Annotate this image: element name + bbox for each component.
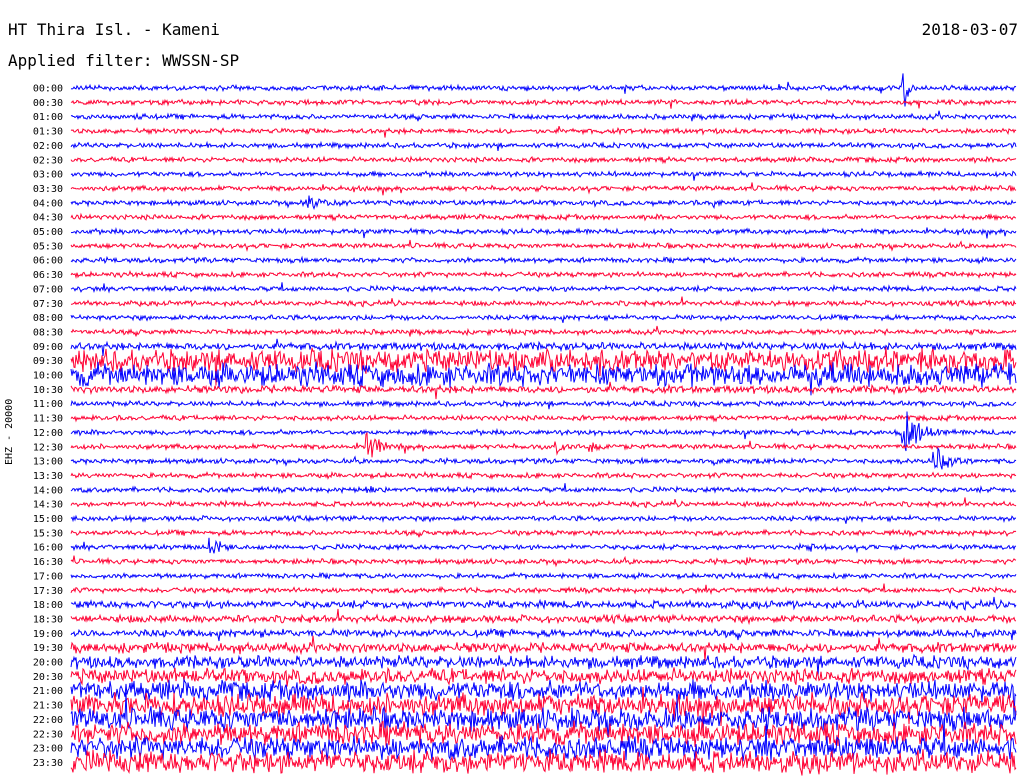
- trace-line: [70, 399, 1017, 410]
- time-tick-label: 05:30: [33, 241, 63, 252]
- trace-line: [70, 470, 1017, 480]
- time-tick-label: 11:30: [33, 414, 63, 425]
- time-tick-label: 19:00: [33, 629, 63, 640]
- time-tick-labels: 00:00 00:30 01:00 01:30 02:00 02:30 03:00 03:30…: [33, 84, 63, 769]
- trace-line: [70, 666, 1017, 687]
- time-tick-label: 19:30: [33, 643, 63, 654]
- time-tick-label: 14:30: [33, 500, 63, 511]
- time-tick-label: 09:00: [33, 342, 63, 353]
- time-tick-label: 06:30: [33, 270, 63, 281]
- trace-line: [70, 169, 1017, 181]
- trace-line: [70, 635, 1017, 661]
- time-tick-label: 13:30: [33, 471, 63, 482]
- trace-line: [70, 596, 1017, 611]
- trace-line: [70, 431, 1017, 458]
- time-tick-label: 15:00: [33, 514, 63, 525]
- time-tick-label: 00:30: [33, 98, 63, 109]
- trace-line: [70, 212, 1017, 222]
- time-tick-label: 01:00: [33, 112, 63, 123]
- trace-line: [70, 270, 1017, 280]
- time-tick-label: 16:00: [33, 543, 63, 554]
- time-tick-label: 18:00: [33, 600, 63, 611]
- time-tick-label: 20:00: [33, 658, 63, 669]
- time-tick-label: 02:30: [33, 155, 63, 166]
- trace-line: [70, 483, 1017, 495]
- time-tick-label: 20:30: [33, 672, 63, 683]
- time-tick-label: 10:00: [33, 371, 63, 382]
- time-tick-label: 21:30: [33, 701, 63, 712]
- trace-line: [70, 627, 1017, 642]
- time-tick-label: 17:30: [33, 586, 63, 597]
- trace-line: [70, 537, 1017, 554]
- time-tick-label: 12:00: [33, 428, 63, 439]
- trace-line: [70, 155, 1017, 165]
- time-tick-label: 12:30: [33, 442, 63, 453]
- time-tick-label: 23:30: [33, 758, 63, 769]
- time-tick-label: 09:30: [33, 356, 63, 367]
- trace-line: [70, 182, 1017, 196]
- time-tick-label: 08:30: [33, 327, 63, 338]
- time-tick-label: 11:00: [33, 399, 63, 410]
- trace-line: [70, 325, 1017, 337]
- trace-line: [70, 381, 1017, 400]
- time-tick-label: 04:30: [33, 213, 63, 224]
- trace-line: [70, 571, 1017, 581]
- trace-line: [70, 583, 1017, 595]
- trace-line: [70, 528, 1017, 538]
- time-tick-label: 16:30: [33, 557, 63, 568]
- trace-line: [70, 282, 1017, 294]
- trace-line: [70, 226, 1017, 239]
- time-tick-label: 14:00: [33, 485, 63, 496]
- time-tick-label: 15:30: [33, 528, 63, 539]
- time-tick-label: 01:30: [33, 127, 63, 138]
- time-tick-label: 22:30: [33, 729, 63, 740]
- trace-line: [70, 140, 1017, 151]
- trace-layer: [70, 73, 1017, 776]
- time-tick-label: 03:00: [33, 170, 63, 181]
- trace-line: [70, 313, 1016, 323]
- time-tick-label: 18:30: [33, 614, 63, 625]
- trace-line: [70, 296, 1017, 308]
- trace-line: [70, 608, 1017, 626]
- trace-line: [70, 497, 1017, 509]
- time-tick-label: 02:00: [33, 141, 63, 152]
- time-tick-label: 00:00: [33, 84, 63, 95]
- trace-line: [70, 555, 1017, 568]
- trace-line: [70, 110, 1017, 122]
- time-tick-label: 05:00: [33, 227, 63, 238]
- trace-line: [70, 125, 1017, 138]
- time-tick-label: 13:00: [33, 457, 63, 468]
- trace-line: [70, 413, 1017, 423]
- trace-line: [70, 97, 1017, 109]
- time-tick-label: 04:00: [33, 198, 63, 209]
- time-tick-label: 21:00: [33, 686, 63, 697]
- time-tick-label: 03:30: [33, 184, 63, 195]
- time-tick-label: 06:00: [33, 256, 63, 267]
- time-tick-label: 07:30: [33, 299, 63, 310]
- time-tick-label: 23:00: [33, 744, 63, 755]
- helicorder-plot: 00:00 00:30 01:00 01:30 02:00 02:30 03:00 03:30…: [33, 73, 1017, 776]
- trace-line: [70, 239, 1017, 253]
- time-tick-label: 17:00: [33, 571, 63, 582]
- trace-line: [70, 255, 1017, 265]
- trace-line: [70, 446, 1017, 470]
- trace-line: [70, 513, 1017, 524]
- time-tick-label: 07:00: [33, 284, 63, 295]
- time-tick-label: 22:00: [33, 715, 63, 726]
- time-tick-label: 10:30: [33, 385, 63, 396]
- time-tick-label: 08:00: [33, 313, 63, 324]
- trace-line: [70, 195, 1017, 210]
